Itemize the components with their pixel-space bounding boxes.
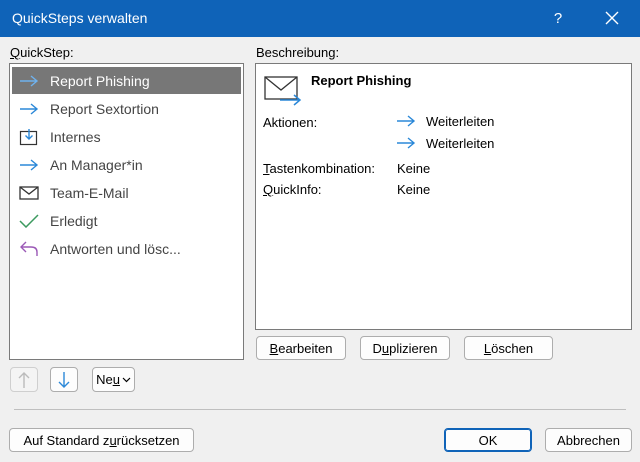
list-item[interactable]: Team-E-Mail bbox=[12, 179, 241, 206]
arrow-up-icon bbox=[18, 371, 30, 388]
quickinfo-label: QuickInfo: bbox=[263, 182, 322, 197]
chevron-down-icon bbox=[122, 377, 131, 382]
list-item-label: Internes bbox=[50, 128, 101, 145]
move-up-button[interactable] bbox=[10, 367, 38, 392]
list-item-label: Report Phishing bbox=[50, 72, 150, 89]
forward-mail-icon bbox=[264, 76, 302, 111]
list-item[interactable]: Report Sextortion bbox=[12, 95, 241, 122]
separator bbox=[14, 409, 626, 410]
duplicate-button[interactable]: Du plizieren bbox=[360, 336, 450, 360]
arrow-right-icon bbox=[12, 102, 46, 115]
action-2: Weiterleiten bbox=[426, 136, 495, 151]
arrow-right-icon bbox=[12, 74, 46, 87]
close-icon bbox=[605, 11, 619, 25]
move-to-folder-icon bbox=[12, 128, 46, 146]
quickinfo-value: Keine bbox=[397, 182, 431, 197]
list-item-label: An Manager*in bbox=[50, 156, 143, 173]
actions-label: Aktionen: bbox=[263, 115, 318, 130]
list-item-label: Team-E-Mail bbox=[50, 184, 129, 201]
forward-icon bbox=[396, 115, 416, 130]
list-item[interactable]: An Manager*in bbox=[12, 151, 241, 178]
help-button[interactable]: ? bbox=[540, 4, 576, 32]
quickstep-list[interactable]: Report Phishing Report Sextortion Intern… bbox=[9, 63, 244, 360]
title-bar: QuickSteps verwalten ? bbox=[0, 0, 640, 37]
action-1: Weiterleiten bbox=[426, 114, 495, 129]
quickstep-name: Report Phishing bbox=[311, 73, 412, 88]
description-label: Beschreibung: bbox=[256, 45, 340, 60]
checkmark-icon bbox=[12, 213, 46, 228]
list-item[interactable]: Antworten und lösc... bbox=[12, 235, 241, 262]
list-item-label: Report Sextortion bbox=[50, 100, 159, 117]
new-button-label: Neu bbox=[96, 372, 120, 387]
arrow-down-icon bbox=[58, 371, 70, 388]
window-title: QuickSteps verwalten bbox=[12, 10, 148, 26]
edit-button[interactable]: Bearbeiten bbox=[256, 336, 346, 360]
dialog-window: QuickSteps verwalten ? QuickStep: Report… bbox=[0, 0, 640, 462]
list-item-label: Antworten und lösc... bbox=[50, 240, 181, 257]
move-down-button[interactable] bbox=[50, 367, 78, 392]
cancel-button[interactable]: Abbrechen bbox=[545, 428, 632, 452]
quickstep-label: QuickStep: bbox=[10, 45, 74, 60]
list-item[interactable]: Internes bbox=[12, 123, 241, 150]
list-item-label: Erledigt bbox=[50, 212, 98, 229]
envelope-icon bbox=[12, 185, 46, 200]
help-icon: ? bbox=[553, 9, 563, 27]
reply-icon bbox=[12, 241, 46, 257]
delete-button[interactable]: Löschen bbox=[464, 336, 553, 360]
new-button[interactable]: Neu bbox=[92, 367, 135, 392]
ok-button[interactable]: OK bbox=[444, 428, 532, 452]
list-item[interactable]: Report Phishing bbox=[12, 67, 241, 94]
forward-icon bbox=[396, 137, 416, 152]
description-panel: Report Phishing Aktionen: Weiterleiten W… bbox=[255, 63, 632, 330]
shortcut-label: Tastenkombination: bbox=[263, 161, 376, 176]
reset-defaults-button[interactable]: Auf Standard z u rücksetzen bbox=[9, 428, 194, 452]
shortcut-value: Keine bbox=[397, 161, 431, 176]
close-button[interactable] bbox=[594, 4, 630, 32]
arrow-right-icon bbox=[12, 158, 46, 171]
list-item[interactable]: Erledigt bbox=[12, 207, 241, 234]
